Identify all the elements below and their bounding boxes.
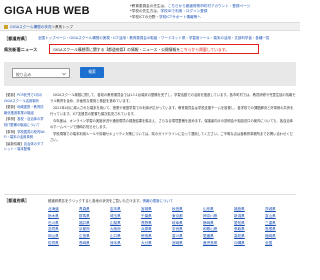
article-paragraph: 今年度は、オンライン学習の実施状況や通信環境の調査結果を踏まえ、さらなる環境整備… xyxy=(50,119,293,129)
prefecture-link[interactable]: 大阪府 xyxy=(110,227,141,233)
prefecture-link[interactable]: 北海道 xyxy=(48,207,79,213)
prefecture-link[interactable]: 愛知県 xyxy=(234,221,265,227)
prefecture-link[interactable]: 山形県 xyxy=(203,207,234,213)
breadcrumb: GIGAスクール構想の状況＞県別トップ xyxy=(0,22,300,31)
prefecture-link[interactable]: 大分県 xyxy=(141,241,172,247)
site-header: GIGA HUB WEB *教育委員会の先生は、こちらから都道府県市町村アカウン… xyxy=(0,0,300,22)
prefecture-link[interactable]: 岐阜県 xyxy=(172,221,203,227)
article-paragraph: GIGAスクール構想に関して、各県の教育委員会では1人1台端末の整備を完了し、学… xyxy=(50,93,296,103)
prefecture-link[interactable]: 高知県 xyxy=(234,234,265,240)
prefecture-link[interactable]: 愛媛県 xyxy=(203,234,234,240)
prefecture-intro-link[interactable]: 情報の更新について xyxy=(143,199,173,203)
prefecture-grid: 北海道 青森県 岩手県 宮城県 秋田県 山形県 福島県 茨城県栃木県 群馬県 埼玉県 千葉県 東京都神… xyxy=(48,207,296,247)
list-item[interactable]: 【更新】地域連携・教育情報化推進事業の取組 xyxy=(4,105,46,116)
article-body: GIGAスクール構想に関して、各県の教育委員会では1人1台端末の整備を完了し、学… xyxy=(50,93,296,145)
prefecture-link[interactable]: 島根県 xyxy=(265,227,296,233)
article-paragraph: 2021年4月に導入された端末を用いて、授業や家庭学習での利用が広がっています。… xyxy=(50,106,294,116)
prefecture-link[interactable]: 鳥取県 xyxy=(234,227,265,233)
prefecture-link[interactable]: 全国 xyxy=(265,241,296,247)
breadcrumb-current: 県別トップ xyxy=(55,25,73,29)
nav-label: ［都道府県］ xyxy=(4,36,30,41)
prefecture-link[interactable]: 兵庫県 xyxy=(141,227,172,233)
prefecture-label: ［都道府県］ xyxy=(4,198,30,203)
home-icon[interactable] xyxy=(4,25,8,29)
article-paragraph: 学校現場での端末利用ルールや情報セキュリティ対策については、県のガイドラインに沿… xyxy=(50,132,293,142)
prefecture-link[interactable]: 和歌山県 xyxy=(203,227,234,233)
prefecture-link[interactable]: 三重県 xyxy=(265,221,296,227)
chevron-down-icon xyxy=(62,72,66,75)
prefecture-link[interactable]: 宮城県 xyxy=(141,207,172,213)
news-list: 【更新】PCR託児で2月のGIGAスクール活用事例 【更新】地域連携・教育情報化… xyxy=(4,93,46,154)
prefecture-link[interactable]: 埼玉県 xyxy=(110,214,141,220)
divider xyxy=(4,194,296,195)
prefecture-link[interactable]: 静岡県 xyxy=(203,221,234,227)
prefecture-link[interactable]: 佐賀県 xyxy=(48,241,79,247)
prefecture-link[interactable]: 栃木県 xyxy=(48,214,79,220)
header-note-link[interactable]: 学校IDで利用・ログイン登録 xyxy=(161,9,208,13)
prefecture-link[interactable]: 徳島県 xyxy=(141,234,172,240)
prefecture-link[interactable]: 青森県 xyxy=(79,207,110,213)
prefecture-link[interactable]: 宮崎県 xyxy=(172,241,203,247)
header-note-link[interactable]: 学校ICTサポート情報等へ xyxy=(159,15,201,19)
prefecture-link[interactable]: 沖縄県 xyxy=(234,241,265,247)
prefecture-link[interactable]: 滋賀県 xyxy=(48,227,79,233)
site-logo[interactable]: GIGA HUB WEB xyxy=(4,5,90,17)
prefecture-intro: 都道府県名をクリックすると各地の状況をご覧いただけます。情報の更新について xyxy=(48,199,174,203)
header-notes: *教育委員会の先生は、こちらから都道府県市町村アカウント・登録ページ *学校の先… xyxy=(130,4,296,20)
prefecture-link[interactable]: 福岡県 xyxy=(265,234,296,240)
list-item[interactable]: 【更新】PCR託児で2月のGIGAスクール活用事例 xyxy=(4,93,46,104)
prefecture-link[interactable]: 熊本県 xyxy=(110,241,141,247)
prefecture-link[interactable]: 群馬県 xyxy=(79,214,110,220)
prefecture-link[interactable]: 香川県 xyxy=(172,234,203,240)
prefecture-link[interactable]: 福島県 xyxy=(234,207,265,213)
list-item[interactable]: 【事例】学校図書の校内Wi-Fi・端末の活用事例 xyxy=(4,130,46,141)
prefecture-link[interactable]: 長野県 xyxy=(141,221,172,227)
header-note-link[interactable]: こちらから都道府県市町村アカウント・登録ページ xyxy=(168,4,251,8)
header-note: *学校ICTの分野・学校ICTサポート情報等へ xyxy=(130,14,201,19)
notice-link[interactable]: こちらから掲載しています。 xyxy=(180,47,229,52)
prefecture-link[interactable]: 神奈川県 xyxy=(203,214,234,220)
prefecture-link[interactable]: 鹿児島県 xyxy=(203,241,234,247)
nav-links[interactable]: 全国トップページ・GIGAスクール構想の実現・ICT活用・教育委員会の取組・ワー… xyxy=(38,36,296,41)
list-item[interactable]: 【最新情報】自治体のタブレット・端末配備 xyxy=(4,142,46,153)
breadcrumb-link[interactable]: GIGAスクール構想の状況 xyxy=(10,25,51,29)
prefecture-link[interactable]: 秋田県 xyxy=(172,207,203,213)
prefecture-link[interactable]: 岩手県 xyxy=(110,207,141,213)
prefecture-link[interactable]: 石川県 xyxy=(48,221,79,227)
prefecture-link[interactable]: 長崎県 xyxy=(79,241,110,247)
prefecture-link[interactable]: 岡山県 xyxy=(48,234,79,240)
list-item[interactable]: 【事例】各校・自治体の学校IT整備の取組について xyxy=(4,117,46,128)
prefecture-link[interactable]: 山口県 xyxy=(110,234,141,240)
prefecture-link[interactable]: 山梨県 xyxy=(110,221,141,227)
prefecture-link[interactable]: 福井県 xyxy=(79,221,110,227)
prefecture-link[interactable]: 新潟県 xyxy=(234,214,265,220)
filter-select[interactable]: 絞り込み xyxy=(12,68,70,78)
news-label: 県別新着ニュース xyxy=(4,47,38,52)
prefecture-link[interactable]: 富山県 xyxy=(265,214,296,220)
notice-banner[interactable]: GIGAスクール構想等に関する【都道府県】の情報・ニュース・公開情報をこちらから… xyxy=(49,44,259,54)
prefecture-link[interactable]: 茨城県 xyxy=(265,207,296,213)
prefecture-link[interactable]: 東京都 xyxy=(172,214,203,220)
prefecture-link[interactable]: 京都府 xyxy=(79,227,110,233)
prefecture-link[interactable]: 千葉県 xyxy=(141,214,172,220)
prefecture-link[interactable]: 広島県 xyxy=(79,234,110,240)
prefecture-link[interactable]: 奈良県 xyxy=(172,227,203,233)
search-button[interactable]: 検索 xyxy=(80,67,104,78)
